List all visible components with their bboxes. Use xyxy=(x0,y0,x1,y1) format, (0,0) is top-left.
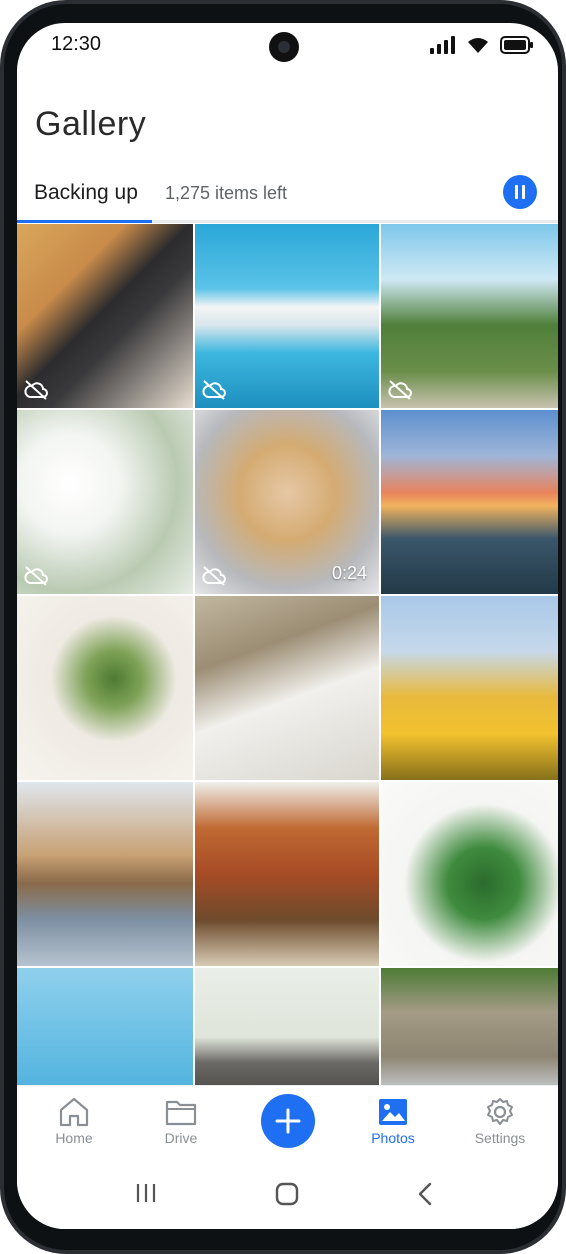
photo-thumbnail[interactable] xyxy=(195,596,379,780)
plus-icon xyxy=(275,1108,301,1134)
back-icon[interactable] xyxy=(415,1181,435,1207)
home-icon xyxy=(59,1097,89,1127)
front-camera xyxy=(269,32,299,62)
photo-thumbnail[interactable] xyxy=(381,782,558,966)
add-button[interactable] xyxy=(261,1094,315,1148)
nav-settings-label: Settings xyxy=(474,1130,526,1146)
photo-thumbnail[interactable] xyxy=(17,968,193,1094)
phone-frame: 12:30 Gallery Backing up 1,275 items lef… xyxy=(0,0,566,1254)
nav-drive-label: Drive xyxy=(164,1130,198,1146)
cloud-off-icon xyxy=(24,566,48,586)
recent-apps-icon[interactable] xyxy=(134,1181,158,1205)
pause-icon xyxy=(522,185,525,199)
nav-photos[interactable]: Photos xyxy=(353,1096,433,1160)
backup-progress-fill xyxy=(17,220,152,223)
cloud-off-icon xyxy=(202,566,226,586)
nav-home[interactable]: Home xyxy=(34,1096,114,1160)
photo-thumbnail[interactable] xyxy=(17,596,193,780)
photo-thumbnail[interactable] xyxy=(17,224,193,408)
gear-icon xyxy=(487,1098,513,1125)
status-time: 12:30 xyxy=(51,33,102,55)
signal-icon xyxy=(430,36,455,54)
cloud-off-icon xyxy=(388,380,412,400)
photo-thumbnail[interactable] xyxy=(381,410,558,594)
wifi-icon xyxy=(468,38,488,53)
photo-thumbnail[interactable]: 0:24 xyxy=(195,410,379,594)
photo-thumbnail[interactable] xyxy=(195,782,379,966)
nav-drive[interactable]: Drive xyxy=(141,1096,221,1160)
folder-icon xyxy=(165,1100,197,1126)
backup-status: Backing up 1,275 items left xyxy=(17,173,558,223)
photo-thumbnail[interactable] xyxy=(17,782,193,966)
photo-thumbnail[interactable] xyxy=(195,224,379,408)
video-duration: 0:24 xyxy=(331,563,367,583)
photo-thumbnail[interactable] xyxy=(381,968,558,1094)
cloud-off-icon xyxy=(24,380,48,400)
pause-icon xyxy=(515,185,518,199)
photo-grid: 0:24 xyxy=(17,224,558,1094)
photo-thumbnail[interactable] xyxy=(17,410,193,594)
backup-progress-track xyxy=(17,220,558,223)
photo-thumbnail[interactable] xyxy=(381,596,558,780)
screen: 12:30 Gallery Backing up 1,275 items lef… xyxy=(17,23,558,1229)
backup-count: 1,275 items left xyxy=(165,183,288,203)
page-title: Gallery xyxy=(35,105,147,143)
system-navigation xyxy=(17,1165,558,1229)
photo-thumbnail[interactable] xyxy=(195,968,379,1094)
photo-thumbnail[interactable] xyxy=(381,224,558,408)
nav-home-label: Home xyxy=(55,1130,93,1146)
nav-settings[interactable]: Settings xyxy=(460,1096,540,1160)
status-bar: 12:30 xyxy=(17,23,558,67)
backup-label: Backing up xyxy=(34,181,138,204)
bottom-nav: Home Drive Photos Settings xyxy=(17,1085,558,1166)
nav-photos-label: Photos xyxy=(371,1130,415,1146)
status-icons xyxy=(430,35,534,55)
cloud-off-icon xyxy=(202,380,226,400)
battery-icon xyxy=(500,36,533,54)
phone-bezel: 12:30 Gallery Backing up 1,275 items lef… xyxy=(4,4,562,1250)
pause-backup-button[interactable] xyxy=(503,175,537,209)
photos-icon xyxy=(379,1099,407,1125)
home-system-icon[interactable] xyxy=(274,1181,300,1207)
